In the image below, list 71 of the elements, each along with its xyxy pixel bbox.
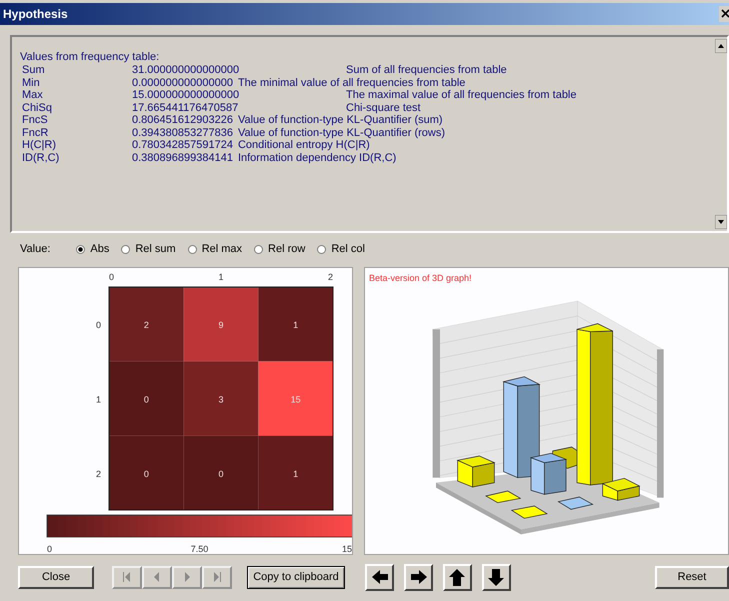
statistic-name: FncR [21,126,50,139]
cell-value: 0 [144,394,149,404]
arrow-icon [370,568,390,586]
graph-caption: Beta-version of 3D graph! [369,273,472,283]
cell-value: 9 [218,320,224,330]
radio-circle-icon[interactable] [188,244,197,254]
cell-value: 2 [144,320,149,330]
cell-value: 1 [293,468,298,479]
reset-button[interactable]: Reset [655,566,729,588]
statistic-value: 0.000000000000000 [132,76,233,89]
results-heading: Values from frequency table: [20,51,160,64]
statistic-name: Min [21,76,41,89]
cell-value: 3 [218,394,224,404]
row-label: 1 [96,394,101,404]
scale-label: 15 [342,544,352,554]
value-radio[interactable]: Rel max [188,243,242,255]
window-title: Hypothesis [2,7,68,21]
column-label: 0 [109,272,114,282]
scroll-up-icon[interactable] [715,39,727,53]
value-radio[interactable]: Rel row [254,243,306,255]
value-label: Value: [20,243,50,255]
arrow-icon [448,568,468,586]
statistic-description: The minimal value of all frequencies from table [238,76,466,89]
close-icon[interactable] [719,6,729,22]
statistic-description: Value of function-type KL-Quantifier (sum) [238,114,443,126]
scroll-down-icon[interactable] [715,215,727,229]
arrow-icon [408,568,428,586]
statistic-value: 17.665441176470587 [132,102,240,114]
arrow-button[interactable] [482,564,511,590]
statistic-name: Max [21,89,44,102]
value-radio[interactable]: Rel sum [121,243,176,255]
radio-circle-icon[interactable] [76,244,86,254]
statistic-description: The maximal value of all frequencies from table [346,89,576,102]
cell-value: 1 [293,320,298,330]
close-button[interactable]: Close [18,566,94,588]
cell-value: 15 [290,394,301,404]
column-label: 2 [328,272,333,282]
statistic-value: 0.806451612903226 [132,114,233,126]
scale-label: 7.50 [190,544,208,554]
statistic-name: Sum [21,64,46,76]
statistic-description: Information dependency ID(R,C) [238,152,396,164]
vertical-scrollbar[interactable] [715,37,727,231]
cell-value: 0 [144,468,149,479]
statistic-description: Conditional entropy H(C|R) [238,139,370,152]
arrow-button[interactable] [404,564,433,590]
radio-circle-icon[interactable] [121,244,130,254]
scale-label: 0 [47,544,52,554]
value-radio[interactable]: Rel col [317,243,365,255]
radio-circle-icon[interactable] [317,244,326,254]
statistic-value: 31.000000000000000 [132,64,240,76]
row-label: 2 [96,468,101,479]
statistic-description: Chi-square test [346,102,421,114]
statistic-value: 0.394380853277836 [132,126,233,139]
statistic-value: 15.000000000000000 [132,89,240,102]
statistic-name: ChiSq [21,102,53,114]
cell-value: 0 [218,468,224,479]
copy-button[interactable]: Copy to clipboard [247,566,345,588]
statistic-description: Value of function-type KL-Quantifier (rows) [238,126,446,139]
row-label: 0 [96,320,101,330]
radio-circle-icon[interactable] [254,244,264,254]
statistic-value: 0.780342857591724 [132,139,233,152]
statistic-value: 0.380896899384141 [132,152,233,164]
arrow-icon [486,568,506,586]
arrow-button[interactable] [443,564,472,590]
statistic-name: FncS [21,114,49,126]
statistic-description: Sum of all frequencies from table [346,64,507,76]
arrow-button[interactable] [365,564,394,590]
column-label: 1 [218,272,224,282]
statistic-name: H(C|R) [21,139,58,152]
value-radio[interactable]: Abs [76,243,110,255]
statistic-name: ID(R,C) [21,152,60,164]
